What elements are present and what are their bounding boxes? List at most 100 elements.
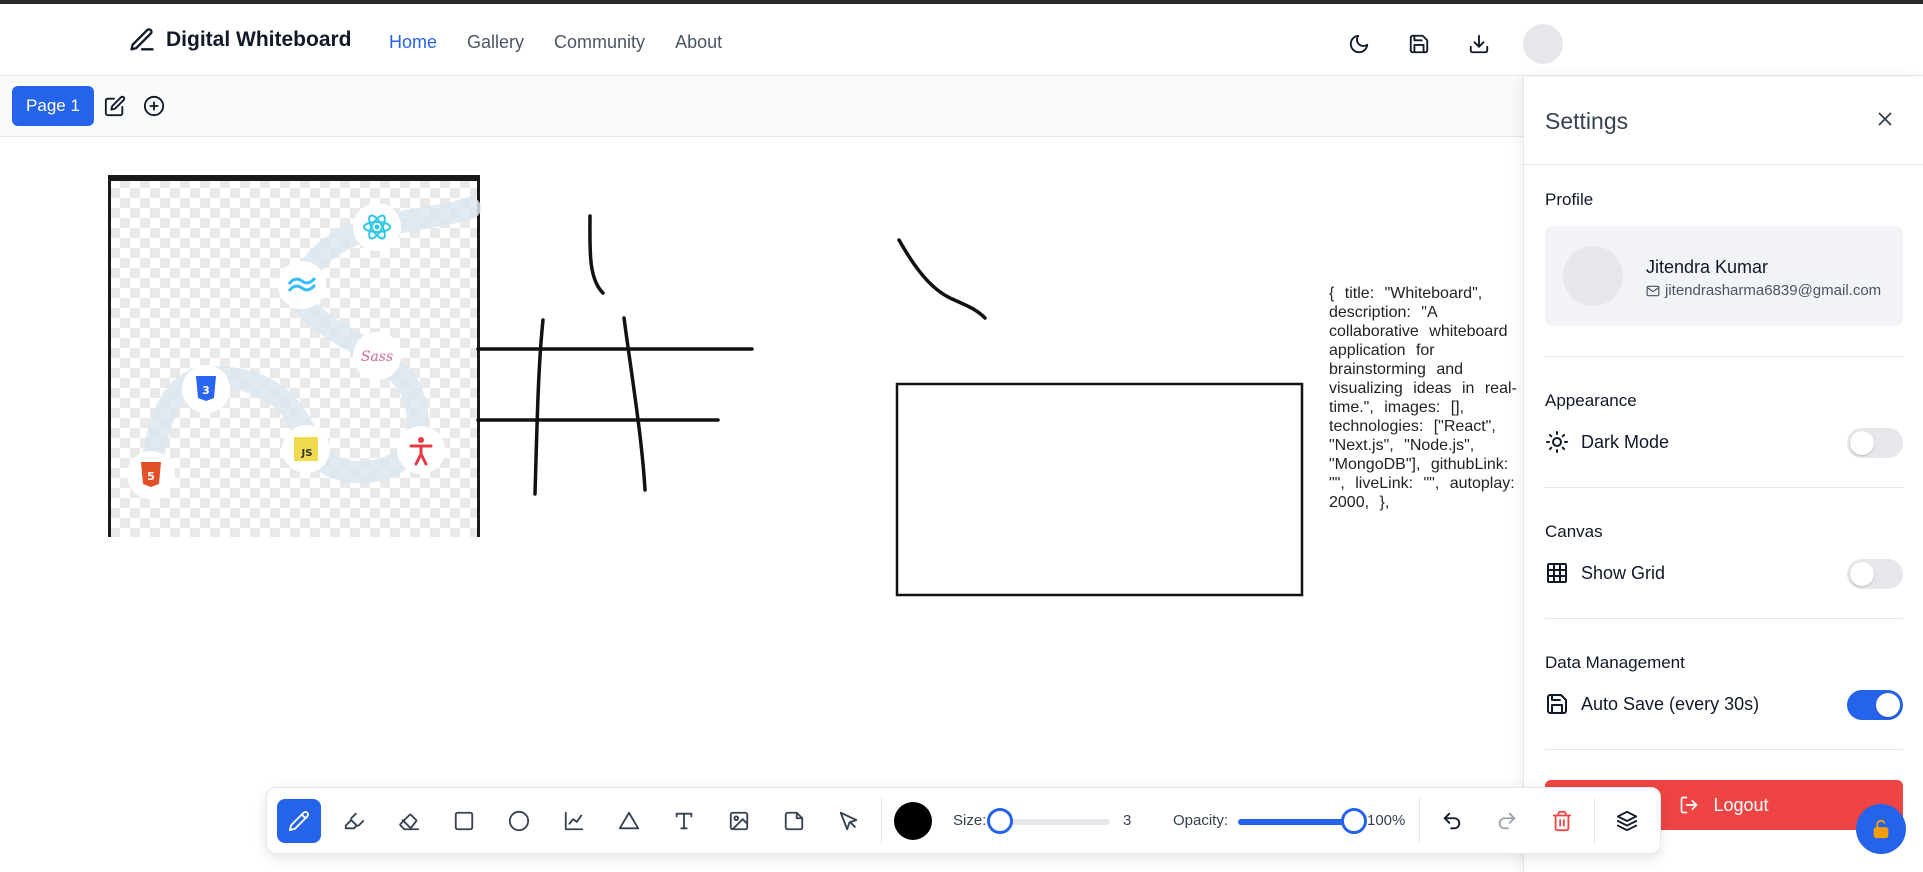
rename-page-button[interactable] — [99, 90, 131, 122]
whiteboard-canvas[interactable]: Sass 3 JS 5 {title: "Whiteboard", descr… — [0, 138, 1523, 872]
triangle-tool[interactable] — [607, 799, 651, 843]
pencil-icon — [288, 811, 309, 832]
theme-toggle-button[interactable] — [1343, 28, 1375, 60]
dark-mode-row: Dark Mode — [1545, 426, 1903, 458]
profile-name: Jitendra Kumar — [1646, 257, 1769, 277]
brand[interactable]: Digital Whiteboard — [128, 26, 352, 54]
rectangle-tool[interactable] — [442, 799, 486, 843]
text-icon — [675, 812, 693, 830]
profile-avatar — [1563, 246, 1623, 306]
line-tool[interactable] — [552, 799, 596, 843]
data-management-section-label: Data Management — [1545, 653, 1685, 672]
undo-button[interactable] — [1430, 799, 1474, 843]
download-button[interactable] — [1463, 28, 1495, 60]
select-pointer-icon — [839, 811, 858, 831]
drawing-toolbar: Size: 3 Opacity: 100% — [266, 787, 1661, 854]
line-chart-icon — [564, 811, 584, 831]
size-slider-thumb[interactable] — [987, 808, 1013, 834]
rectangle-icon — [454, 811, 474, 831]
grid-icon — [1547, 563, 1567, 583]
trash-icon — [1552, 810, 1572, 832]
tab-page-1[interactable]: Page 1 — [12, 86, 94, 126]
appearance-section-label: Appearance — [1545, 391, 1637, 410]
drawn-rectangle[interactable] — [895, 382, 1304, 597]
freehand-hash-stroke[interactable] — [476, 214, 754, 496]
edit-icon — [104, 95, 126, 117]
css3-icon: 3 — [182, 365, 230, 413]
canvas-text-note[interactable]: { title: "Whiteboard", description: "A c… — [1329, 284, 1523, 512]
sticky-note-tool[interactable] — [772, 799, 816, 843]
app-title: Digital Whiteboard — [166, 28, 352, 51]
auto-save-label: Auto Save (every 30s) — [1581, 693, 1760, 714]
color-picker[interactable] — [894, 802, 932, 840]
mail-icon — [1646, 285, 1660, 296]
save-icon — [1409, 34, 1429, 54]
text-tool[interactable] — [662, 799, 706, 843]
opacity-value: 100% — [1367, 812, 1406, 829]
circle-tool[interactable] — [497, 799, 541, 843]
image-tool[interactable] — [717, 799, 761, 843]
nav-home[interactable]: Home — [389, 32, 437, 53]
image-icon — [729, 811, 749, 831]
opacity-slider-fill — [1238, 819, 1354, 825]
clear-canvas-button[interactable] — [1540, 799, 1584, 843]
avatar[interactable] — [1523, 24, 1563, 64]
react-icon — [353, 203, 401, 251]
dark-mode-toggle[interactable] — [1847, 428, 1903, 458]
layers-icon — [1616, 810, 1638, 832]
show-grid-label: Show Grid — [1581, 562, 1666, 583]
freehand-curve-stroke[interactable] — [897, 238, 987, 320]
profile-email-row: jitendrasharma6839@gmail.com — [1646, 282, 1881, 299]
toolbar-divider — [1594, 798, 1595, 844]
circle-icon — [508, 810, 530, 832]
highlighter-tool[interactable] — [332, 799, 376, 843]
nav-gallery[interactable]: Gallery — [467, 32, 524, 53]
eraser-tool[interactable] — [387, 799, 431, 843]
nav-community[interactable]: Community — [554, 32, 645, 53]
divider — [1545, 749, 1903, 750]
svg-text:JS: JS — [301, 448, 313, 459]
logout-icon — [1681, 796, 1698, 814]
nav-actions — [1343, 24, 1563, 64]
sticky-note-icon — [784, 811, 804, 831]
tech-stack-image[interactable]: Sass 3 JS 5 — [108, 175, 481, 537]
show-grid-toggle[interactable] — [1847, 559, 1903, 589]
svg-text:Sass: Sass — [361, 349, 393, 365]
add-page-button[interactable] — [138, 90, 170, 122]
toolbar-divider — [1419, 798, 1420, 844]
save-button[interactable] — [1403, 28, 1435, 60]
auto-save-toggle[interactable] — [1847, 690, 1903, 720]
canvas-drawing: Sass 3 JS 5 — [108, 175, 1304, 597]
show-grid-row: Show Grid — [1545, 557, 1903, 589]
auto-save-row: Auto Save (every 30s) — [1545, 688, 1903, 720]
opacity-slider-thumb[interactable] — [1341, 808, 1367, 834]
select-tool[interactable] — [827, 799, 871, 843]
navbar: Digital Whiteboard Home Gallery Communit… — [0, 4, 1923, 76]
logout-label: Logout — [1713, 794, 1769, 815]
size-value: 3 — [1123, 812, 1132, 829]
download-icon — [1469, 34, 1489, 54]
pencil-tool[interactable] — [277, 799, 321, 843]
main-nav: Home Gallery Community About — [389, 32, 722, 53]
pen-logo-icon — [130, 28, 154, 51]
js-icon: JS — [282, 425, 330, 473]
eraser-icon — [399, 813, 420, 831]
save-icon — [1547, 694, 1567, 714]
html5-icon: 5 — [127, 451, 175, 499]
accessibility-icon — [397, 426, 445, 474]
profile-card: Jitendra Kumar jitendrasharma6839@gmail.… — [1545, 226, 1903, 326]
canvas-section-label: Canvas — [1545, 522, 1603, 541]
opacity-label: Opacity: — [1173, 812, 1229, 829]
layers-button[interactable] — [1605, 799, 1649, 843]
svg-text:5: 5 — [147, 470, 155, 483]
sass-icon: Sass — [353, 332, 401, 380]
plus-circle-icon — [143, 95, 165, 117]
close-settings-button[interactable] — [1869, 103, 1901, 135]
undo-icon — [1443, 812, 1461, 830]
redo-button[interactable] — [1485, 799, 1529, 843]
lock-button[interactable] — [1856, 804, 1906, 854]
divider — [1545, 356, 1903, 357]
redo-icon — [1498, 812, 1516, 830]
nav-about[interactable]: About — [675, 32, 722, 53]
tailwind-icon — [278, 261, 326, 309]
